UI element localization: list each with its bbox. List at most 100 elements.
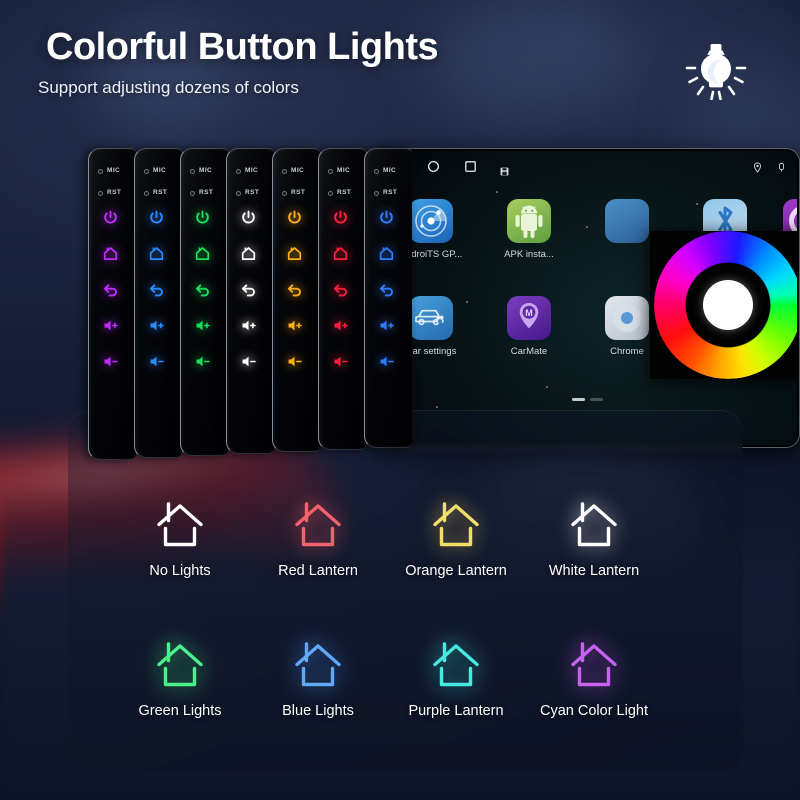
power-icon[interactable] <box>194 209 211 226</box>
power-icon[interactable] <box>240 209 257 226</box>
reset-led <box>236 191 241 196</box>
power-icon[interactable] <box>102 209 119 226</box>
home-icon[interactable] <box>378 245 395 262</box>
button-strip: MIC RST <box>227 149 274 453</box>
head-unit-strip[interactable]: MIC RST <box>88 148 136 460</box>
volume-up-icon[interactable] <box>240 317 257 334</box>
power-icon[interactable] <box>378 209 395 226</box>
home-circle-icon[interactable] <box>427 160 440 178</box>
page-indicator-inactive[interactable] <box>590 398 603 401</box>
head-unit-strip[interactable]: MIC RST <box>318 148 366 450</box>
volume-down-icon[interactable] <box>332 353 349 370</box>
chrome-icon <box>605 296 649 340</box>
back-icon[interactable] <box>332 281 349 298</box>
app-item[interactable]: M CarMate <box>486 296 572 357</box>
home-icon[interactable] <box>332 245 349 262</box>
back-icon[interactable] <box>286 281 303 298</box>
reset-led <box>374 191 379 196</box>
button-strip: MIC RST <box>135 149 182 457</box>
lantern-swatch[interactable]: Orange Lantern <box>386 500 526 579</box>
lantern-swatch[interactable]: Green Lights <box>110 640 250 719</box>
button-strip: MIC RST <box>319 149 366 449</box>
lantern-label: White Lantern <box>548 563 640 579</box>
volume-up-icon[interactable] <box>148 317 165 334</box>
lantern-swatch[interactable]: Purple Lantern <box>386 640 526 719</box>
volume-up-icon[interactable] <box>194 317 211 334</box>
mic-led <box>190 169 195 174</box>
lantern-color-panel: No Lights Red Lantern Orange Lantern Whi… <box>68 410 743 772</box>
head-unit-strip[interactable]: MIC RST <box>134 148 182 458</box>
lantern-house-icon <box>428 640 484 690</box>
gps-radar-icon <box>409 199 453 243</box>
lantern-label: Cyan Color Light <box>540 703 648 719</box>
lantern-swatch[interactable]: Red Lantern <box>248 500 388 579</box>
button-strip: MIC RST <box>89 149 136 459</box>
back-icon[interactable] <box>378 281 395 298</box>
head-unit-strip[interactable]: MIC RST <box>364 148 412 448</box>
volume-down-icon[interactable] <box>194 353 211 370</box>
home-icon[interactable] <box>240 245 257 262</box>
page-indicator-active[interactable] <box>572 398 585 401</box>
svg-text:M: M <box>525 308 533 318</box>
reset-led <box>328 191 333 196</box>
volume-down-icon[interactable] <box>378 353 395 370</box>
lantern-swatch[interactable]: Blue Lights <box>248 640 388 719</box>
lantern-swatch[interactable]: Cyan Color Light <box>524 640 664 719</box>
power-icon[interactable] <box>286 209 303 226</box>
reset-label: RST <box>153 189 168 196</box>
volume-up-icon[interactable] <box>378 317 395 334</box>
lantern-house-icon <box>152 500 208 550</box>
page-subtitle: Support adjusting dozens of colors <box>38 78 299 97</box>
reset-led <box>98 191 103 196</box>
mic-label: MIC <box>107 167 121 174</box>
mic-led <box>374 169 379 174</box>
app-item[interactable]: APK insta... <box>486 199 572 260</box>
volume-up-icon[interactable] <box>332 317 349 334</box>
power-icon[interactable] <box>332 209 349 226</box>
power-icon[interactable] <box>148 209 165 226</box>
volume-down-icon[interactable] <box>240 353 257 370</box>
signal-icon <box>776 160 787 178</box>
volume-up-icon[interactable] <box>286 317 303 334</box>
volume-down-icon[interactable] <box>102 353 119 370</box>
reset-label: RST <box>107 189 122 196</box>
screen-star <box>436 406 438 408</box>
reset-led <box>190 191 195 196</box>
home-icon[interactable] <box>194 245 211 262</box>
button-strip: MIC RST <box>365 149 412 447</box>
mic-label: MIC <box>245 167 259 174</box>
home-icon[interactable] <box>148 245 165 262</box>
back-icon[interactable] <box>194 281 211 298</box>
car-gear-icon <box>409 296 453 340</box>
home-icon[interactable] <box>102 245 119 262</box>
color-wheel-hub[interactable] <box>702 280 753 330</box>
header: Colorful Button Lights Support adjusting… <box>0 0 800 130</box>
head-unit-strip[interactable]: MIC RST <box>272 148 320 452</box>
volume-down-icon[interactable] <box>286 353 303 370</box>
head-unit-display[interactable]: AndroiTS GP... APK insta... Car settings… <box>373 148 800 448</box>
app-label: APK insta... <box>504 249 554 260</box>
lantern-label: Red Lantern <box>278 563 358 579</box>
reset-label: RST <box>383 189 398 196</box>
volume-up-icon[interactable] <box>102 317 119 334</box>
mic-led <box>328 169 333 174</box>
volume-down-icon[interactable] <box>148 353 165 370</box>
head-unit-strip[interactable]: MIC RST <box>226 148 274 454</box>
back-icon[interactable] <box>240 281 257 298</box>
recents-square-icon[interactable] <box>464 160 477 178</box>
home-icon[interactable] <box>286 245 303 262</box>
reset-label: RST <box>199 189 214 196</box>
screenshot-icon[interactable] <box>500 163 509 181</box>
android-screen[interactable]: AndroiTS GP... APK insta... Car settings… <box>376 151 797 445</box>
back-icon[interactable] <box>148 281 165 298</box>
head-unit-strip[interactable]: MIC RST <box>180 148 228 456</box>
app-placeholder-icon <box>605 199 649 243</box>
reset-label: RST <box>245 189 260 196</box>
lantern-swatch[interactable]: No Lights <box>110 500 250 579</box>
color-wheel-picker[interactable] <box>650 231 797 379</box>
lantern-label: Purple Lantern <box>408 703 504 719</box>
button-strip: MIC RST <box>273 149 320 451</box>
back-icon[interactable] <box>102 281 119 298</box>
lantern-label: Green Lights <box>138 703 222 719</box>
lantern-swatch[interactable]: White Lantern <box>524 500 664 579</box>
